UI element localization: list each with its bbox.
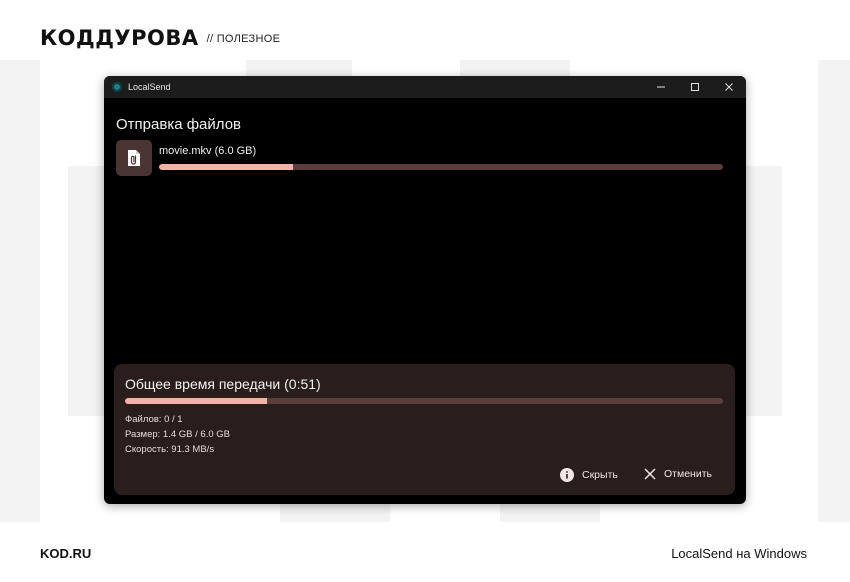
close-button[interactable] — [712, 76, 746, 98]
window-controls — [644, 76, 746, 98]
attachment-icon — [128, 150, 140, 166]
background-tile — [460, 60, 570, 76]
background-tile — [68, 166, 104, 416]
hide-button[interactable]: Скрыть — [560, 468, 618, 482]
footer-caption: LocalSend на Windows — [671, 546, 807, 561]
background-tile — [280, 504, 390, 522]
transfer-summary-panel: Общее время передачи (0:51) Файлов: 0 / … — [114, 364, 735, 495]
file-row: movie.mkv (6.0 GB) — [116, 140, 726, 176]
file-thumbnail — [116, 140, 152, 176]
background-tile — [246, 60, 352, 76]
file-progress-bar — [159, 164, 723, 170]
background-tile — [0, 60, 40, 522]
file-name: movie.mkv (6.0 GB) — [159, 145, 257, 157]
title-bar[interactable]: LocalSend — [104, 76, 746, 98]
background-tile — [746, 166, 782, 416]
cancel-label: Отменить — [664, 468, 712, 480]
maximize-button[interactable] — [678, 76, 712, 98]
site-link[interactable]: KOD.RU — [40, 546, 91, 561]
localsend-window: LocalSend Отправка файлов movie.mkv (6.0… — [104, 76, 746, 504]
total-time-title: Общее время передачи (0:51) — [125, 376, 321, 392]
total-progress-fill — [125, 398, 268, 404]
info-icon — [560, 468, 574, 482]
minimize-button[interactable] — [644, 76, 678, 98]
page-title: Отправка файлов — [116, 116, 242, 133]
brand-logo[interactable]: КОДДУРОВА — [40, 28, 199, 49]
section-label: // ПОЛЕЗНОЕ — [206, 32, 281, 45]
close-icon — [644, 468, 656, 480]
app-icon — [112, 82, 122, 92]
total-progress-bar — [125, 398, 723, 404]
brand-header: КОДДУРОВА // ПОЛЕЗНОЕ — [40, 28, 280, 49]
size-progress: Размер: 1.4 GB / 6.0 GB — [125, 429, 230, 440]
hide-label: Скрыть — [582, 469, 618, 481]
window-title: LocalSend — [128, 82, 171, 92]
close-icon — [725, 83, 733, 91]
cancel-button[interactable]: Отменить — [644, 468, 712, 480]
transfer-speed: Скорость: 91.3 MB/s — [125, 444, 215, 455]
minimize-icon — [657, 86, 665, 88]
file-progress-fill — [159, 164, 294, 170]
background-tile — [500, 504, 600, 522]
background-tile — [818, 60, 850, 522]
maximize-icon — [691, 83, 699, 91]
files-count: Файлов: 0 / 1 — [125, 414, 183, 425]
